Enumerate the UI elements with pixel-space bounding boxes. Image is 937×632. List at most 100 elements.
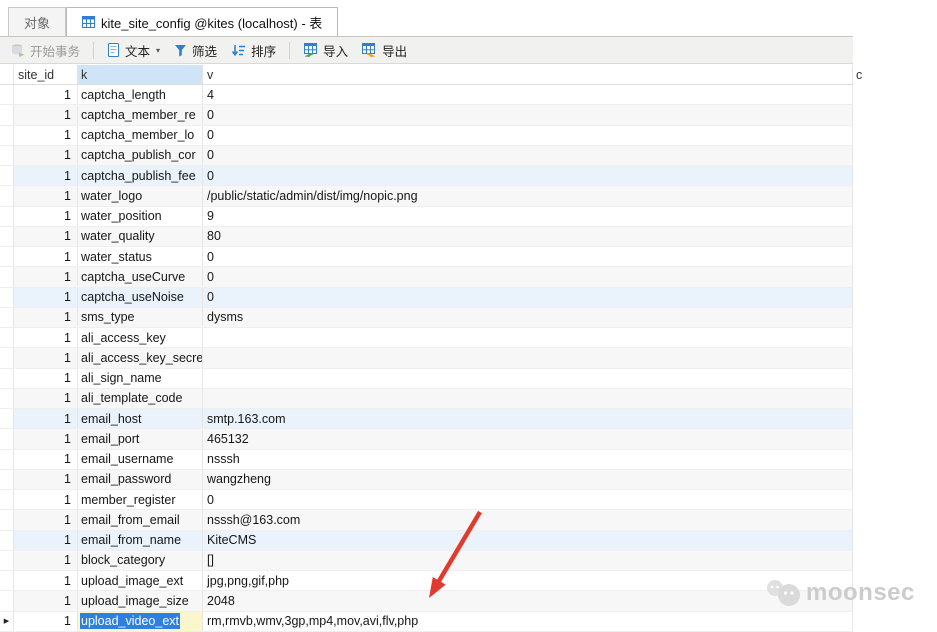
row-selector[interactable] (0, 328, 14, 348)
export-button[interactable]: 导出 (355, 37, 414, 63)
row-selector[interactable] (0, 166, 14, 186)
cell-v[interactable]: 0 (203, 247, 853, 267)
cell-v[interactable]: KiteCMS (203, 530, 853, 550)
row-selector[interactable] (0, 85, 14, 105)
row-selector[interactable] (0, 469, 14, 489)
cell-k[interactable]: email_from_name (78, 530, 203, 550)
cell-k[interactable]: email_from_email (78, 510, 203, 530)
row-selector[interactable]: ▶ (0, 611, 14, 631)
cell-site-id[interactable]: 1 (14, 409, 78, 429)
cell-site-id[interactable]: 1 (14, 530, 78, 550)
row-selector[interactable] (0, 530, 14, 550)
row-selector[interactable] (0, 186, 14, 206)
row-selector[interactable] (0, 125, 14, 145)
cell-site-id[interactable]: 1 (14, 449, 78, 469)
cell-k[interactable]: sms_type (78, 307, 203, 327)
cell-v[interactable]: 0 (203, 145, 853, 165)
tab-table[interactable]: kite_site_config @kites (localhost) - 表 (66, 7, 339, 36)
cell-k[interactable]: upload_image_size (78, 591, 203, 611)
table-row[interactable]: 1 upload_image_ext jpg,png,gif,php (0, 571, 853, 592)
table-row[interactable]: 1 ali_template_code (0, 388, 853, 409)
cell-site-id[interactable]: 1 (14, 105, 78, 125)
table-row[interactable]: 1 block_category [] (0, 550, 853, 571)
cell-site-id[interactable]: 1 (14, 611, 78, 631)
cell-k[interactable]: captcha_useNoise (78, 287, 203, 307)
cell-k[interactable]: block_category (78, 550, 203, 570)
table-row[interactable]: 1 captcha_useCurve 0 (0, 267, 853, 288)
cell-k[interactable]: captcha_length (78, 85, 203, 105)
cell-v[interactable]: 4 (203, 85, 853, 105)
cell-site-id[interactable]: 1 (14, 307, 78, 327)
row-selector-header[interactable] (0, 65, 14, 84)
cell-k[interactable]: captcha_publish_cor (78, 145, 203, 165)
cell-site-id[interactable]: 1 (14, 287, 78, 307)
cell-k[interactable]: captcha_member_re (78, 105, 203, 125)
selected-cell-text[interactable]: upload_video_ext (80, 613, 180, 630)
cell-k[interactable]: water_status (78, 247, 203, 267)
table-row[interactable]: 1 ali_access_key_secre (0, 348, 853, 369)
cell-v[interactable]: 0 (203, 105, 853, 125)
cell-v[interactable]: 465132 (203, 429, 853, 449)
table-row[interactable]: 1 captcha_member_lo 0 (0, 125, 853, 146)
cell-site-id[interactable]: 1 (14, 591, 78, 611)
cell-k[interactable]: water_logo (78, 186, 203, 206)
row-selector[interactable] (0, 145, 14, 165)
cell-k[interactable]: email_port (78, 429, 203, 449)
row-selector[interactable] (0, 409, 14, 429)
cell-v[interactable]: 2048 (203, 591, 853, 611)
cell-site-id[interactable]: 1 (14, 145, 78, 165)
cell-site-id[interactable]: 1 (14, 166, 78, 186)
cell-k[interactable]: email_username (78, 449, 203, 469)
table-row[interactable]: 1 water_status 0 (0, 247, 853, 268)
table-row[interactable]: 1 water_quality 80 (0, 226, 853, 247)
row-selector[interactable] (0, 105, 14, 125)
cell-site-id[interactable]: 1 (14, 469, 78, 489)
cell-site-id[interactable]: 1 (14, 550, 78, 570)
cell-site-id[interactable]: 1 (14, 247, 78, 267)
cell-k[interactable]: ali_access_key_secre (78, 348, 203, 368)
table-row[interactable]: 1 email_password wangzheng (0, 469, 853, 490)
row-selector[interactable] (0, 591, 14, 611)
row-selector[interactable] (0, 368, 14, 388)
table-row[interactable]: 1 water_logo /public/static/admin/dist/i… (0, 186, 853, 207)
cell-site-id[interactable]: 1 (14, 388, 78, 408)
cell-v[interactable]: /public/static/admin/dist/img/nopic.png (203, 186, 853, 206)
cell-k[interactable]: email_host (78, 409, 203, 429)
cell-site-id[interactable]: 1 (14, 125, 78, 145)
import-button[interactable]: 导入 (296, 37, 355, 63)
cell-v[interactable]: 80 (203, 226, 853, 246)
cell-k[interactable]: captcha_publish_fee (78, 166, 203, 186)
text-view-button[interactable]: 文本 ▾ (100, 37, 167, 63)
row-selector[interactable] (0, 226, 14, 246)
table-row[interactable]: 1 captcha_useNoise 0 (0, 287, 853, 308)
cell-k[interactable]: ali_access_key (78, 328, 203, 348)
sort-button[interactable]: 排序 (224, 37, 283, 63)
cell-v[interactable]: 0 (203, 125, 853, 145)
row-selector[interactable] (0, 510, 14, 530)
cell-v[interactable] (203, 328, 853, 348)
cell-site-id[interactable]: 1 (14, 186, 78, 206)
row-selector[interactable] (0, 571, 14, 591)
cell-site-id[interactable]: 1 (14, 368, 78, 388)
cell-site-id[interactable]: 1 (14, 348, 78, 368)
cell-v[interactable] (203, 388, 853, 408)
cell-k[interactable]: captcha_member_lo (78, 125, 203, 145)
table-row[interactable]: 1 sms_type dysms (0, 307, 853, 328)
table-row[interactable]: 1 upload_image_size 2048 (0, 591, 853, 612)
row-selector[interactable] (0, 307, 14, 327)
cell-k[interactable]: water_position (78, 206, 203, 226)
cell-v[interactable]: nsssh@163.com (203, 510, 853, 530)
column-header-site-id[interactable]: site_id (14, 65, 78, 84)
cell-site-id[interactable]: 1 (14, 206, 78, 226)
cell-k[interactable]: captcha_useCurve (78, 267, 203, 287)
table-row[interactable]: 1 water_position 9 (0, 206, 853, 227)
cell-site-id[interactable]: 1 (14, 267, 78, 287)
cell-v[interactable]: smtp.163.com (203, 409, 853, 429)
cell-site-id[interactable]: 1 (14, 429, 78, 449)
cell-k[interactable]: upload_video_ext (78, 611, 203, 631)
cell-v[interactable]: 0 (203, 490, 853, 510)
cell-site-id[interactable]: 1 (14, 226, 78, 246)
filter-button[interactable]: 筛选 (167, 37, 224, 63)
table-row[interactable]: 1 email_host smtp.163.com (0, 409, 853, 430)
table-row[interactable]: 1 captcha_publish_cor 0 (0, 145, 853, 166)
